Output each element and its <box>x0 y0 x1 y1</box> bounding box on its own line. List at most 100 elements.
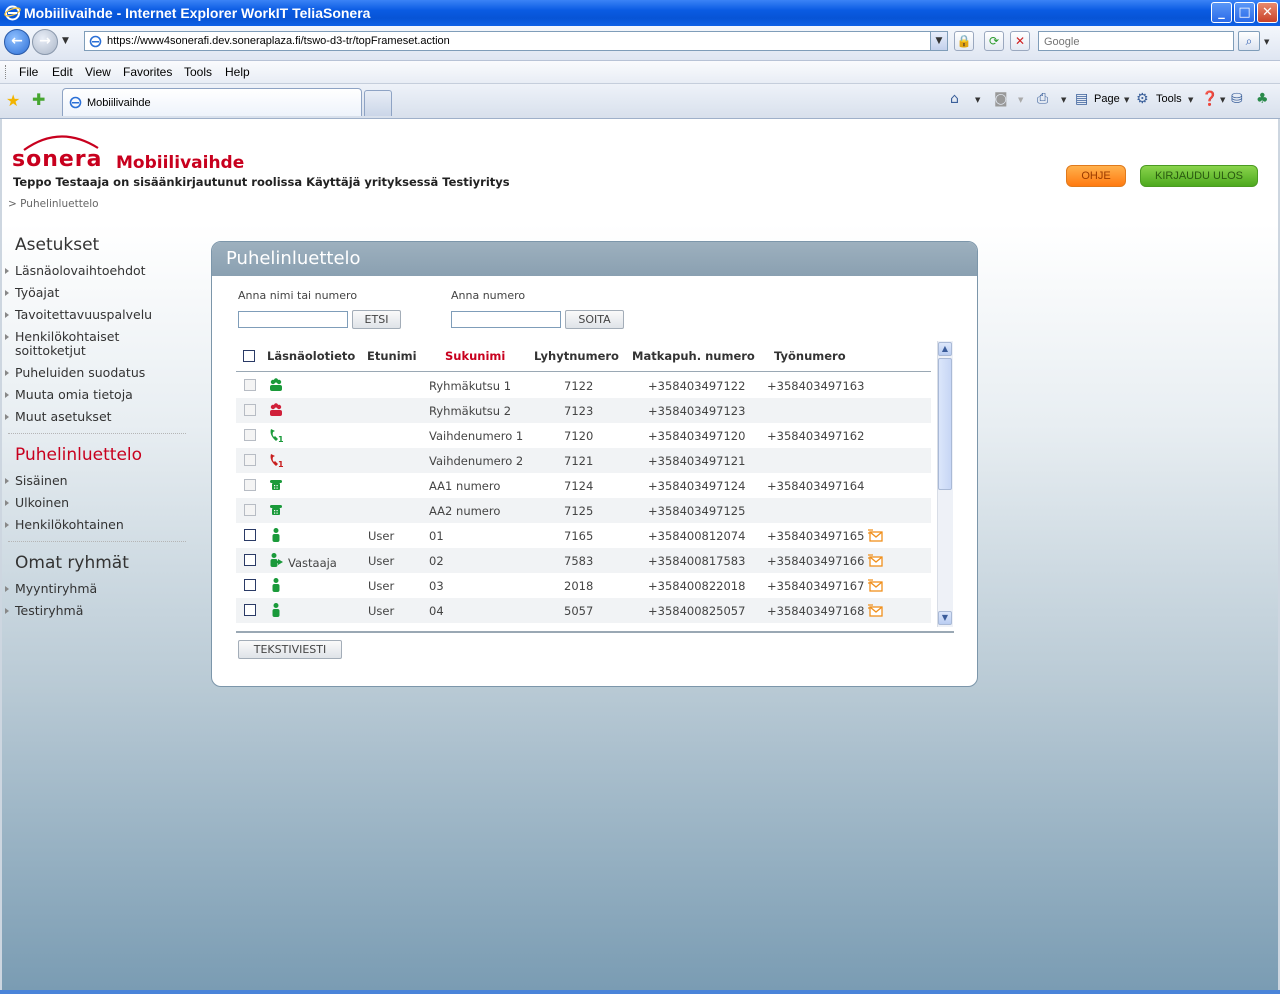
work-number-cell[interactable]: +358403497167 <box>767 579 864 593</box>
call-number-input[interactable] <box>451 311 561 328</box>
sidebar-item-reachability[interactable]: Tavoitettavuuspalvelu <box>4 308 152 322</box>
send-message-icon[interactable] <box>867 553 883 567</box>
column-first-name[interactable]: Etunimi <box>367 349 417 363</box>
work-number-cell[interactable]: +358403497165 <box>767 529 864 543</box>
maximize-button[interactable]: □ <box>1234 2 1255 23</box>
lock-icon[interactable]: 🔒 <box>954 31 974 51</box>
address-dropdown-icon[interactable]: ▼ <box>930 32 947 50</box>
short-number-cell[interactable]: 2018 <box>564 579 593 593</box>
short-number-cell[interactable]: 5057 <box>564 604 593 618</box>
search-options-icon[interactable]: ▼ <box>1264 38 1269 46</box>
stop-icon[interactable]: ✕ <box>1010 31 1030 51</box>
mobile-number-cell[interactable]: +358400822018 <box>648 579 745 593</box>
new-tab-button[interactable] <box>364 90 392 116</box>
column-mobile-number[interactable]: Matkapuh. numero <box>632 349 755 363</box>
row-checkbox[interactable] <box>244 579 256 591</box>
work-number-cell[interactable]: +358403497168 <box>767 604 864 618</box>
search-button[interactable]: ETSI <box>352 310 401 329</box>
short-number-cell[interactable]: 7123 <box>564 404 593 418</box>
menu-file[interactable]: File <box>19 65 38 79</box>
work-number-cell[interactable]: +358403497162 <box>767 429 864 443</box>
short-number-cell[interactable]: 7121 <box>564 454 593 468</box>
sidebar-item-edit-own-info[interactable]: Muuta omia tietoja <box>5 388 133 402</box>
menu-edit[interactable]: Edit <box>52 65 73 79</box>
feeds-dropdown-icon[interactable]: ▼ <box>1018 96 1023 104</box>
mobile-number-cell[interactable]: +358403497122 <box>648 379 745 393</box>
tools-menu[interactable]: Tools <box>1156 93 1182 105</box>
help-dropdown-icon[interactable]: ▼ <box>1220 96 1225 104</box>
row-checkbox[interactable] <box>244 554 256 566</box>
send-message-icon[interactable] <box>867 528 883 542</box>
menu-tools[interactable]: Tools <box>184 65 212 79</box>
sidebar-item-presence-options[interactable]: Läsnäolovaihtoehdot <box>5 264 146 278</box>
forward-button[interactable]: → <box>32 29 58 55</box>
page-menu[interactable]: Page <box>1094 93 1120 105</box>
page-dropdown-icon[interactable]: ▼ <box>1124 96 1129 104</box>
short-number-cell[interactable]: 7583 <box>564 554 593 568</box>
scroll-thumb[interactable] <box>938 358 952 490</box>
column-short-number[interactable]: Lyhytnumero <box>534 349 619 363</box>
refresh-icon[interactable]: ⟳ <box>984 31 1004 51</box>
menu-help[interactable]: Help <box>225 65 250 79</box>
print-icon[interactable]: ⎙ <box>1037 91 1048 107</box>
help-icon[interactable]: ❓ <box>1201 91 1218 107</box>
work-number-cell[interactable]: +358403497166 <box>767 554 864 568</box>
send-sms-button[interactable]: TEKSTIVIESTI <box>238 640 342 659</box>
sidebar-item-sales-group[interactable]: Myyntiryhmä <box>4 582 97 596</box>
close-window-button[interactable]: ✕ <box>1257 2 1278 23</box>
table-row[interactable]: 1 Vaihdenumero 2 7121 +358403497121 <box>236 448 931 473</box>
table-row[interactable]: Ryhmäkutsu 2 7123 +358403497123 <box>236 398 931 423</box>
table-row[interactable]: Ryhmäkutsu 1 7122 +358403497122 +3584034971… <box>236 373 931 398</box>
sidebar-item-test-group[interactable]: Testiryhmä <box>4 604 83 618</box>
mobile-number-cell[interactable]: +358403497121 <box>648 454 745 468</box>
row-checkbox[interactable] <box>244 529 256 541</box>
feeds-icon[interactable]: ◙ <box>994 91 1008 107</box>
mobile-number-cell[interactable]: +358400812074 <box>648 529 745 543</box>
short-number-cell[interactable]: 7165 <box>564 529 593 543</box>
sidebar-item-working-hours[interactable]: Työajat <box>4 286 59 300</box>
send-message-icon[interactable] <box>867 603 883 617</box>
mobile-number-cell[interactable]: +358400825057 <box>648 604 745 618</box>
address-field[interactable]: https://www4sonerafi.dev.soneraplaza.fi/… <box>84 31 948 51</box>
help-button[interactable]: OHJE <box>1066 165 1126 187</box>
table-row[interactable]: Vastaaja User 02 7583 +358400817583 +35840349… <box>236 548 931 573</box>
tools-dropdown-icon[interactable]: ▼ <box>1188 96 1193 104</box>
sidebar-heading-directory[interactable]: Puhelinluettelo <box>15 445 142 465</box>
short-number-cell[interactable]: 7125 <box>564 504 593 518</box>
table-row[interactable]: User 03 2018 +358400822018 +358403497167 <box>236 573 931 598</box>
table-row[interactable]: User 04 5057 +358400825057 +358403497168 <box>236 598 931 623</box>
work-number-cell[interactable]: +358403497164 <box>767 479 864 493</box>
favorites-star-icon[interactable]: ★ <box>6 91 20 110</box>
sidebar-item-internal[interactable]: Sisäinen <box>5 474 68 488</box>
home-icon[interactable]: ⌂ <box>950 91 959 107</box>
back-button[interactable]: ← <box>4 29 30 55</box>
print-dropdown-icon[interactable]: ▼ <box>1061 96 1066 104</box>
mobile-number-cell[interactable]: +358403497124 <box>648 479 745 493</box>
select-all-checkbox[interactable] <box>243 350 255 362</box>
send-message-icon[interactable] <box>867 578 883 592</box>
scroll-down-button[interactable]: ▼ <box>938 611 952 625</box>
search-input[interactable] <box>1042 33 1226 51</box>
tab-mobiilivaihde[interactable]: Mobiilivaihde <box>62 88 362 116</box>
short-number-cell[interactable]: 7124 <box>564 479 593 493</box>
short-number-cell[interactable]: 7122 <box>564 379 593 393</box>
mobile-number-cell[interactable]: +358403497123 <box>648 404 745 418</box>
minimize-button[interactable]: _ <box>1211 2 1232 23</box>
home-dropdown-icon[interactable]: ▼ <box>975 96 980 104</box>
scroll-up-button[interactable]: ▲ <box>938 342 952 356</box>
search-name-input[interactable] <box>238 311 348 328</box>
mobile-number-cell[interactable]: +358403497120 <box>648 429 745 443</box>
logout-button[interactable]: KIRJAUDU ULOS <box>1140 165 1258 187</box>
menu-view[interactable]: View <box>85 65 111 79</box>
column-work-number[interactable]: Työnumero <box>774 349 846 363</box>
sidebar-item-other-settings[interactable]: Muut asetukset <box>5 410 112 424</box>
search-button[interactable]: ⌕ <box>1238 31 1260 51</box>
sidebar-item-call-filtering[interactable]: Puheluiden suodatus <box>4 366 145 380</box>
column-presence[interactable]: Läsnäolotieto <box>267 349 355 363</box>
row-checkbox[interactable] <box>244 604 256 616</box>
table-row[interactable]: User 01 7165 +358400812074 +358403497165 <box>236 523 931 548</box>
short-number-cell[interactable]: 7120 <box>564 429 593 443</box>
menu-favorites[interactable]: Favorites <box>123 65 172 79</box>
call-button[interactable]: SOITA <box>565 310 624 329</box>
column-last-name[interactable]: Sukunimi <box>445 349 505 363</box>
